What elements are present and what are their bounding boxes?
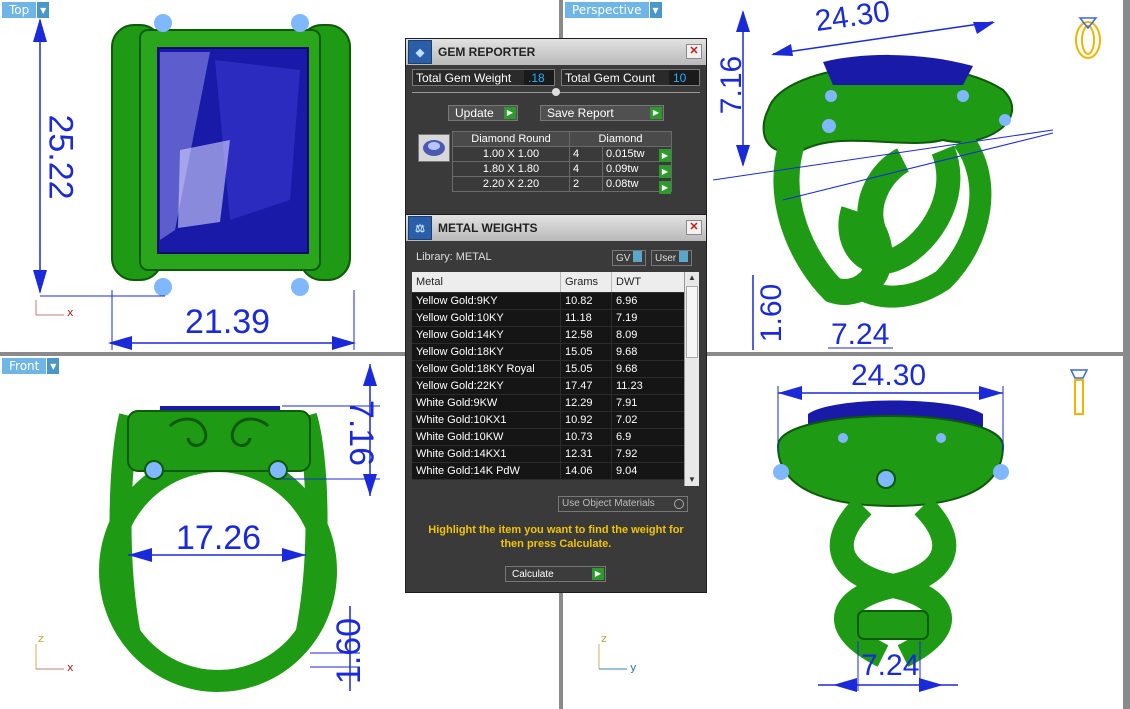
viewport-label-top[interactable]: Top ▼ — [2, 2, 50, 18]
dimension-inner-diameter: 17.26 — [176, 519, 262, 557]
gem-row-arrow-button[interactable]: ▶ — [659, 149, 671, 162]
save-report-button[interactable]: Save Report ▶ — [540, 105, 664, 121]
toggle-icon — [679, 251, 689, 262]
close-icon[interactable]: ✕ — [686, 44, 702, 59]
axis-z-label: z — [601, 632, 607, 645]
calculate-button[interactable]: Calculate ▶ — [505, 566, 606, 582]
scroll-up-icon[interactable]: ▲ — [685, 272, 699, 284]
metal-table: Metal Grams DWT Yellow Gold:9KY 10.82 6.96… — [412, 272, 686, 480]
metal-weights-titlebar[interactable]: ⚖ METAL WEIGHTS ✕ — [406, 215, 706, 241]
dimension-band-width: 7.24 — [861, 649, 920, 682]
scroll-thumb[interactable] — [686, 286, 698, 358]
gem-reporter-panel: ◆ GEM REPORTER ✕ Total Gem Weight .18 To… — [405, 38, 707, 215]
slider-handle[interactable] — [552, 88, 560, 96]
gem-row[interactable]: 1.00 X 1.00 4 0.015tw — [452, 146, 672, 162]
table-row[interactable]: Yellow Gold:14KY 12.58 8.09 — [412, 326, 686, 344]
toggle-icon — [633, 251, 643, 262]
gem-table: Diamond Round Diamond 1.00 X 1.00 4 0.015tw… — [452, 131, 672, 192]
viewport-label-front[interactable]: Front ▼ — [2, 358, 60, 374]
scroll-down-icon[interactable]: ▼ — [685, 474, 699, 486]
dimension-height: 25.22 — [41, 114, 80, 200]
table-row[interactable]: White Gold:10KX1 10.92 7.02 — [412, 411, 686, 429]
dimension-width: 21.39 — [185, 303, 271, 341]
gem-row-arrow-button[interactable]: ▶ — [659, 165, 671, 178]
chevron-down-icon[interactable]: ▼ — [649, 2, 662, 18]
dimension-band-width: 7.24 — [831, 318, 890, 351]
use-object-materials-toggle[interactable]: Use Object Materials — [558, 496, 688, 512]
total-gem-count-field: Total Gem Count 10 — [561, 69, 700, 86]
dimension-height: 7.16 — [715, 55, 749, 115]
gem-reporter-icon: ◆ — [408, 40, 432, 64]
play-icon: ▶ — [592, 568, 604, 580]
update-button[interactable]: Update ▶ — [448, 105, 518, 121]
table-row[interactable]: Yellow Gold:18KY 15.05 9.68 — [412, 343, 686, 361]
close-icon[interactable]: ✕ — [686, 220, 702, 235]
table-row[interactable]: White Gold:14K PdW 14.06 9.04 — [412, 462, 686, 480]
gem-reporter-titlebar[interactable]: ◆ GEM REPORTER ✕ — [406, 39, 706, 65]
axis-x-label: x — [67, 661, 74, 674]
user-toggle[interactable]: User — [651, 250, 693, 266]
total-gem-weight-field: Total Gem Weight .18 — [412, 69, 555, 86]
gv-toggle[interactable]: GV — [612, 250, 647, 266]
gem-row[interactable]: 1.80 X 1.80 4 0.09tw — [452, 161, 672, 177]
dimension-band-thickness: 1.60 — [330, 617, 369, 685]
radio-icon — [674, 499, 684, 509]
viewport-label-perspective[interactable]: Perspective ▼ — [565, 2, 662, 18]
gem-reporter-slider[interactable] — [412, 88, 700, 96]
chevron-down-icon[interactable]: ▼ — [37, 2, 50, 18]
instruction-text: Highlight the item you want to find the … — [428, 524, 684, 550]
dimension-height: 7.16 — [342, 399, 381, 467]
chevron-down-icon[interactable]: ▼ — [47, 358, 60, 374]
scale-icon: ⚖ — [408, 216, 432, 240]
axis-x-label: x — [67, 306, 74, 319]
table-row[interactable]: Yellow Gold:18KY Royal 15.05 9.68 — [412, 360, 686, 378]
table-row[interactable]: White Gold:10KW 10.73 6.9 — [412, 428, 686, 446]
metal-table-scrollbar[interactable]: ▲ ▼ — [684, 272, 699, 486]
dimension-band-thickness: 1.60 — [755, 283, 789, 343]
library-label: Library: METAL — [416, 251, 492, 263]
table-row[interactable]: White Gold:14KX1 12.31 7.92 — [412, 445, 686, 463]
table-row[interactable]: Yellow Gold:22KY 17.47 11.23 — [412, 377, 686, 395]
table-row[interactable]: Yellow Gold:10KY 11.18 7.19 — [412, 309, 686, 327]
play-icon: ▶ — [650, 107, 662, 119]
axis-z-label: z — [38, 632, 44, 645]
table-row[interactable]: Yellow Gold:9KY 10.82 6.96 — [412, 292, 686, 310]
dimension-width: 24.30 — [851, 359, 927, 392]
gem-row[interactable]: 2.20 X 2.20 2 0.08tw — [452, 176, 672, 192]
table-row[interactable]: White Gold:9KW 12.29 7.91 — [412, 394, 686, 412]
play-icon: ▶ — [504, 107, 516, 119]
axis-y-label: y — [630, 661, 637, 674]
metal-weights-panel: ⚖ METAL WEIGHTS ✕ Library: METAL GV User… — [405, 214, 707, 593]
diamond-round-icon — [418, 134, 450, 162]
gem-row-arrow-button[interactable]: ▶ — [659, 181, 671, 194]
